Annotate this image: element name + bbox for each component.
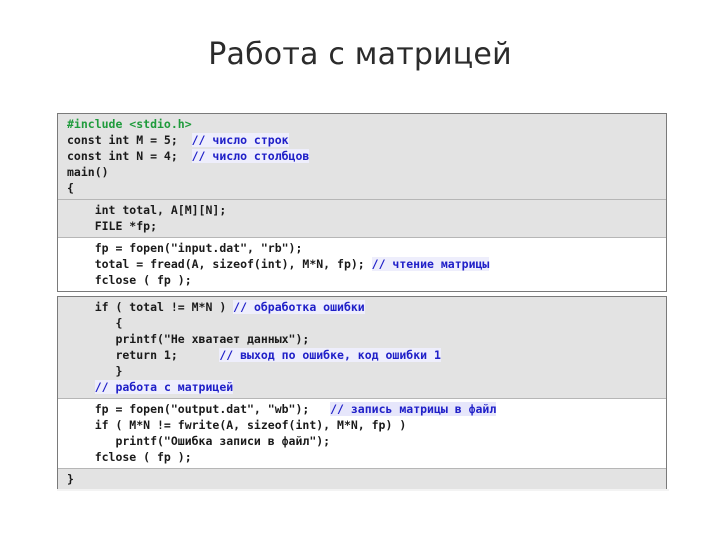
code-line: {: [58, 315, 666, 331]
code-line: printf("Ошибка записи в файл");: [58, 433, 666, 449]
code-line: return 1; // выход по ошибке, код ошибки…: [58, 347, 666, 363]
code-text: }: [67, 364, 123, 378]
code-band: #include <stdio.h> const int M = 5; // чи…: [58, 114, 666, 199]
code-band: int total, A[M][N]; FILE *fp;: [58, 199, 666, 237]
code-text: fp = fopen("input.dat", "rb");: [67, 241, 303, 255]
code-line: fp = fopen("input.dat", "rb");: [58, 240, 666, 256]
code-line: FILE *fp;: [58, 218, 666, 234]
code-text: fp = fopen("output.dat", "wb");: [67, 402, 331, 416]
code-comment: // обработка ошибки: [233, 300, 365, 314]
code-line: // работа с матрицей: [58, 379, 666, 395]
code-text: if ( total != M*N ): [67, 300, 234, 314]
code-line: fclose ( fp );: [58, 449, 666, 465]
code-text: return 1;: [67, 348, 220, 362]
panel-read-matrix: #include <stdio.h> const int M = 5; // чи…: [57, 113, 667, 292]
page-title: Работа с матрицей: [208, 37, 512, 72]
code-text: const int M = 5;: [67, 133, 192, 147]
code-line: #include <stdio.h>: [58, 116, 666, 132]
panel-error-and-write: if ( total != M*N ) // обработка ошибки …: [57, 296, 667, 491]
code-band: fp = fopen("input.dat", "rb"); total = f…: [58, 237, 666, 291]
code-line: fclose ( fp );: [58, 272, 666, 288]
code-line: main(): [58, 164, 666, 180]
code-line: total = fread(A, sizeof(int), M*N, fp); …: [58, 256, 666, 272]
code-comment: // число столбцов: [191, 149, 310, 163]
slide: Работа с матрицей #include <stdio.h> cons…: [0, 0, 720, 540]
code-text: int total, A[M][N];: [67, 203, 227, 217]
code-text: {: [67, 181, 74, 195]
code-figure: #include <stdio.h> const int M = 5; // чи…: [57, 113, 667, 491]
code-line: if ( M*N != fwrite(A, sizeof(int), M*N, …: [58, 417, 666, 433]
code-text: FILE *fp;: [67, 219, 158, 233]
code-text: const int N = 4;: [67, 149, 192, 163]
code-text: total = fread(A, sizeof(int), M*N, fp);: [67, 257, 372, 271]
code-line: }: [58, 363, 666, 379]
code-line: const int N = 4; // число столбцов: [58, 148, 666, 164]
code-comment: // выход по ошибке, код ошибки 1: [219, 348, 441, 362]
code-line: fp = fopen("output.dat", "wb"); // запис…: [58, 401, 666, 417]
code-line: if ( total != M*N ) // обработка ошибки: [58, 299, 666, 315]
figure-bottom-edge: [57, 489, 669, 491]
code-text: main(): [67, 165, 109, 179]
code-preprocessor: #include <stdio.h>: [67, 117, 192, 131]
code-text: if ( M*N != fwrite(A, sizeof(int), M*N, …: [67, 418, 407, 432]
code-line: int total, A[M][N];: [58, 202, 666, 218]
code-text: {: [67, 316, 123, 330]
code-line: }: [58, 471, 666, 487]
code-comment: // работа с матрицей: [94, 380, 234, 394]
code-band: }: [58, 468, 666, 490]
code-comment: // число строк: [191, 133, 289, 147]
code-comment: // запись матрицы в файл: [330, 402, 497, 416]
code-band: fp = fopen("output.dat", "wb"); // запис…: [58, 398, 666, 468]
code-comment: // чтение матрицы: [371, 257, 490, 271]
code-text: fclose ( fp );: [67, 273, 192, 287]
code-text: fclose ( fp );: [67, 450, 192, 464]
code-text: printf("Не хватает данных");: [67, 332, 310, 346]
code-line: {: [58, 180, 666, 196]
code-band: if ( total != M*N ) // обработка ошибки …: [58, 297, 666, 398]
code-text: }: [67, 472, 74, 486]
code-line: printf("Не хватает данных");: [58, 331, 666, 347]
code-line: const int M = 5; // число строк: [58, 132, 666, 148]
code-text: printf("Ошибка записи в файл");: [67, 434, 331, 448]
